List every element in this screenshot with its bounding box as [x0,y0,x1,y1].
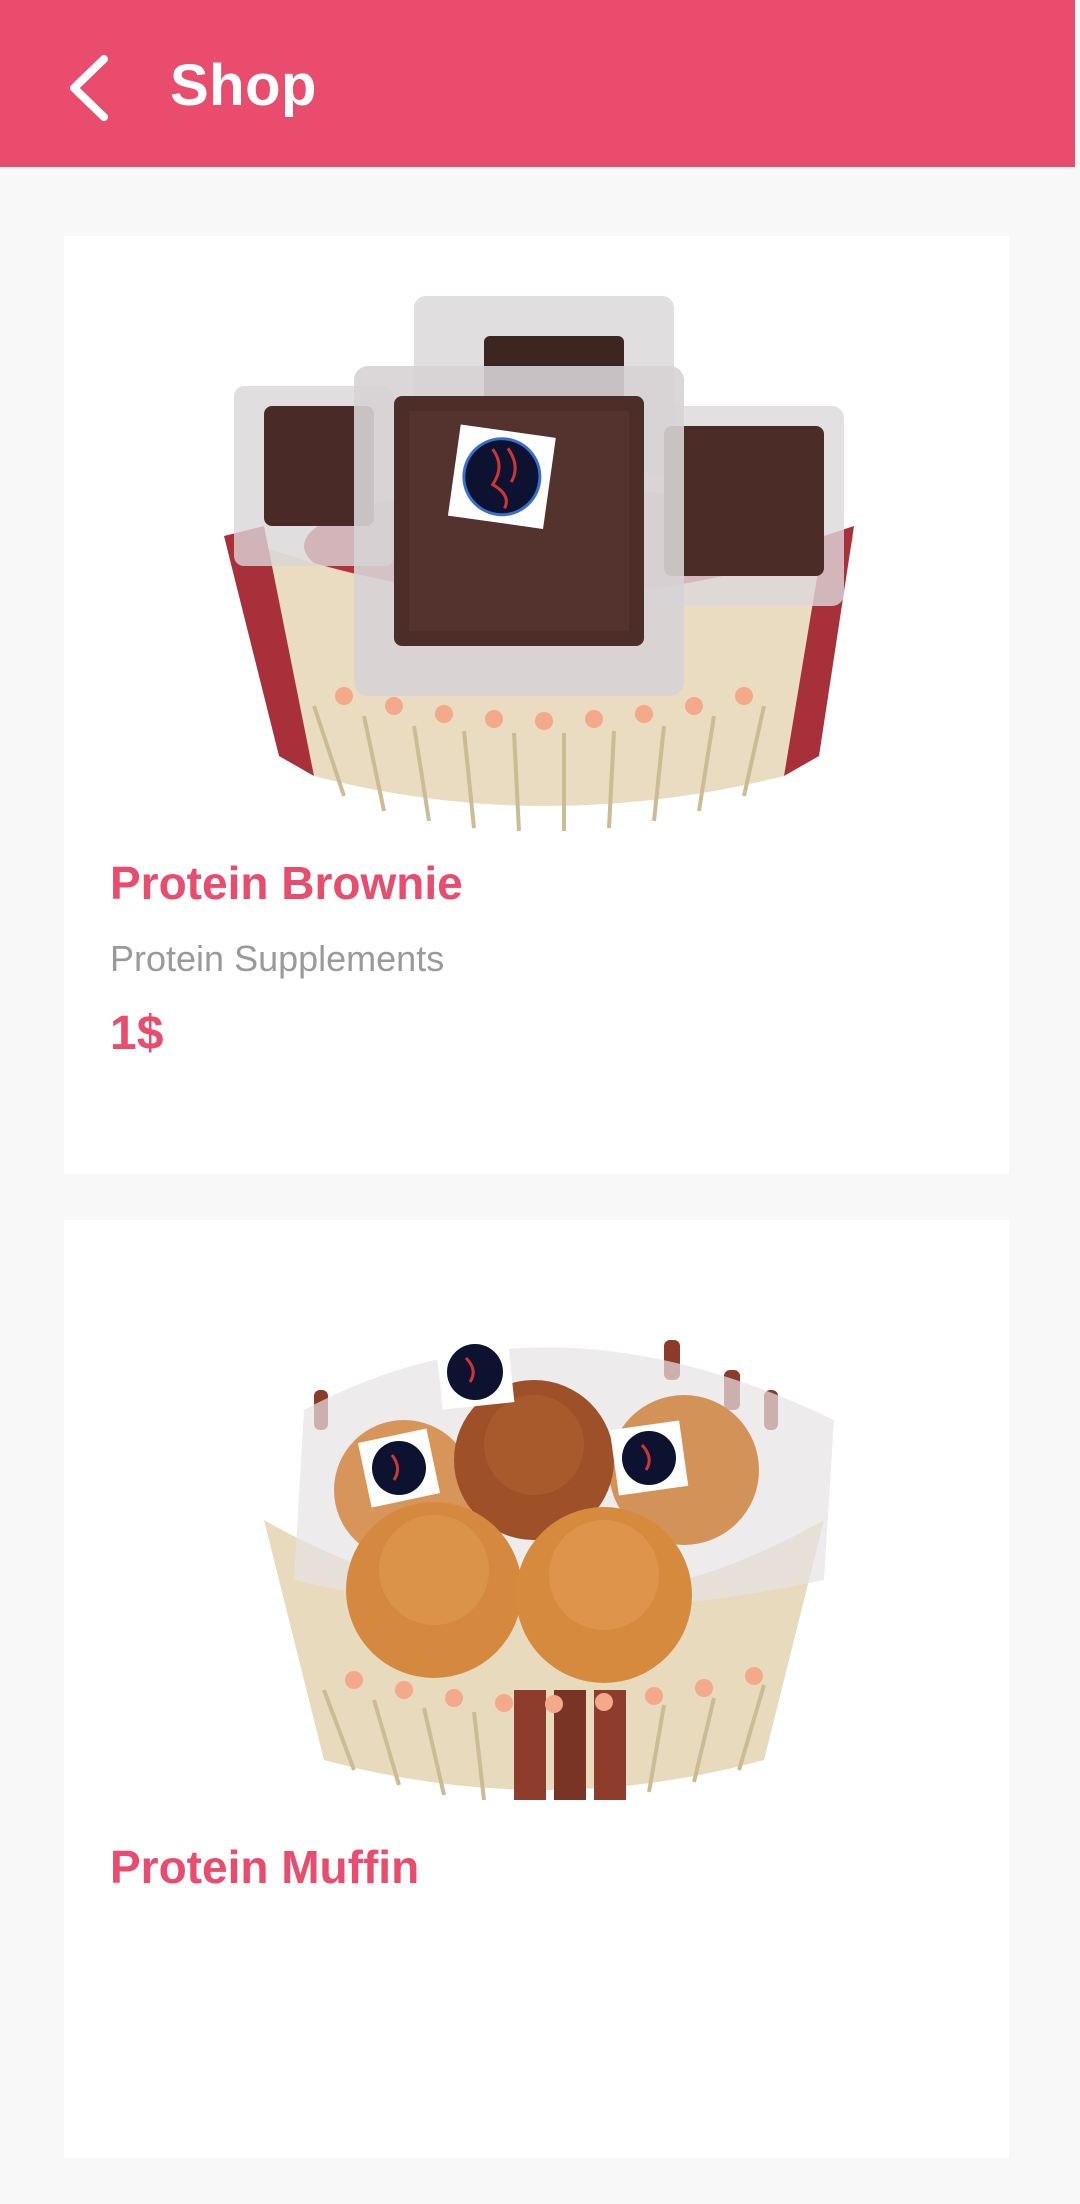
back-button[interactable] [52,48,124,128]
product-card[interactable]: Protein Muffin [64,1220,1009,2158]
product-price: 1$ [110,1007,164,1060]
product-list: Protein Brownie Protein Supplements 1$ P… [64,236,1009,2204]
muffin-basket-illustration [264,1334,834,1801]
product-info: Protein Brownie Protein Supplements 1$ [64,856,1009,1174]
app-bar: Shop [0,0,1075,167]
product-name: Protein Brownie [110,857,463,909]
product-image [64,236,1009,856]
chevron-left-icon [70,55,108,121]
product-info: Protein Muffin [64,1840,1009,2158]
product-name: Protein Muffin [110,1841,420,1893]
brand-logo-sticker [609,1420,689,1496]
product-image [64,1220,1009,1840]
page-title: Shop [170,53,317,118]
product-card[interactable]: Protein Brownie Protein Supplements 1$ [64,236,1009,1174]
brand-logo-sticker [447,424,556,529]
product-category: Protein Supplements [110,938,445,979]
brownie-basket-illustration [224,296,854,832]
brand-logo-sticker [435,1334,515,1410]
